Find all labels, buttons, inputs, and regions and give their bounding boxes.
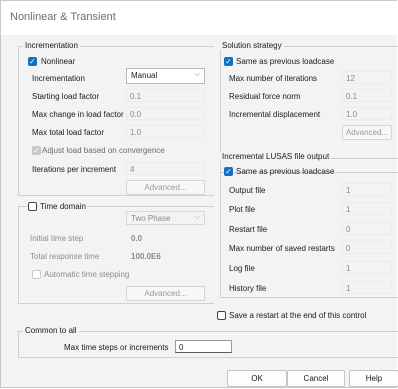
max-time-steps-value: 0 (179, 343, 184, 352)
starting-load-factor-label: Starting load factor (32, 92, 100, 101)
max-saved-restarts-value: 0 (346, 244, 351, 253)
max-iterations-label: Max number of iterations (229, 74, 318, 83)
incremental-displacement-label: Incremental displacement (229, 110, 321, 119)
log-file-label: Log file (229, 264, 255, 273)
common-group-label: Common to all (23, 326, 79, 335)
total-response-time-label: Total response time (30, 252, 100, 261)
time-domain-label: Time domain (38, 202, 88, 211)
file-output-group-label: Incremental LUSAS file output (220, 152, 332, 161)
file-output-same-as-previous-label: Same as previous loadcase (236, 167, 335, 176)
output-file-value: 1 (346, 186, 351, 195)
title-bar: Nonlinear & Transient (1, 1, 397, 35)
nonlinear-transient-dialog: Nonlinear & Transient Incrementation ✓ N… (0, 0, 398, 388)
max-change-load-factor-value: 0.0 (130, 110, 142, 119)
max-change-load-factor-field[interactable]: 0.0 (126, 107, 205, 120)
output-file-field[interactable]: 1 (342, 183, 392, 196)
time-domain-phase-value: Two Phase (131, 214, 171, 223)
starting-load-factor-field[interactable]: 0.1 (126, 89, 205, 102)
chevron-down-icon: ⌵ (194, 71, 200, 78)
history-file-value: 1 (346, 284, 351, 293)
residual-force-norm-label: Residual force norm (229, 92, 301, 101)
plot-file-label: Plot file (229, 205, 256, 214)
incrementation-label: Incrementation (32, 74, 85, 83)
solution-same-as-previous-label: Same as previous loadcase (236, 57, 335, 66)
initial-time-step-value[interactable]: 0.0 (131, 234, 142, 243)
auto-time-stepping-checkbox[interactable] (32, 270, 41, 279)
max-iterations-field[interactable]: 12 (342, 71, 392, 84)
max-time-steps-input[interactable]: 0 (175, 340, 232, 353)
check-icon: ✓ (225, 167, 232, 176)
check-icon: ✓ (225, 57, 232, 66)
ok-button[interactable]: OK (227, 370, 287, 387)
max-iterations-value: 12 (346, 74, 355, 83)
max-saved-restarts-field[interactable]: 0 (342, 241, 392, 254)
output-file-label: Output file (229, 186, 266, 195)
cancel-button[interactable]: Cancel (287, 370, 345, 387)
save-restart-label: Save a restart at the end of this contro… (229, 311, 367, 320)
initial-time-step-label: Initial time step (30, 234, 84, 243)
check-icon: ✓ (29, 57, 36, 66)
max-total-load-factor-field[interactable]: 1.0 (126, 125, 205, 138)
residual-force-norm-value: 0.1 (346, 92, 358, 101)
help-button[interactable]: Help (349, 370, 398, 387)
chevron-down-icon: ⌵ (194, 214, 200, 221)
check-icon: ✓ (33, 146, 40, 155)
dialog-title: Nonlinear & Transient (10, 11, 116, 23)
plot-file-value: 1 (346, 205, 351, 214)
solution-advanced-button[interactable]: Advanced... (342, 125, 392, 140)
history-file-field[interactable]: 1 (342, 281, 392, 294)
restart-file-value: 0 (346, 225, 351, 234)
solution-same-as-previous-checkbox[interactable]: ✓ (224, 57, 233, 66)
max-time-steps-label: Max time steps or increments (64, 343, 169, 352)
adjust-load-checkbox[interactable]: ✓ (32, 146, 41, 155)
incrementation-select[interactable]: Manual ⌵ (126, 68, 205, 84)
auto-time-stepping-label: Automatic time stepping (44, 270, 130, 279)
incrementation-select-value: Manual (131, 71, 158, 80)
max-saved-restarts-label: Max number of saved restarts (229, 244, 335, 253)
log-file-value: 1 (346, 264, 351, 273)
restart-file-field[interactable]: 0 (342, 222, 392, 235)
incrementation-advanced-button[interactable]: Advanced... (126, 180, 205, 195)
iterations-per-increment-value: 4 (130, 165, 135, 174)
max-total-load-factor-value: 1.0 (130, 128, 142, 137)
total-response-time-value[interactable]: 100.0E6 (131, 252, 161, 261)
max-total-load-factor-label: Max total load factor (32, 128, 105, 137)
max-change-load-factor-label: Max change in load factor (32, 110, 124, 119)
plot-file-field[interactable]: 1 (342, 202, 392, 215)
save-restart-checkbox[interactable] (217, 311, 226, 320)
adjust-load-label: Adjust load based on convergence (42, 146, 165, 155)
time-domain-checkbox[interactable] (28, 202, 37, 211)
incrementation-group-label: Incrementation (23, 41, 80, 50)
restart-file-label: Restart file (229, 225, 268, 234)
solution-strategy-group-label: Solution strategy (220, 41, 284, 50)
iterations-per-increment-label: Iterations per increment (32, 165, 117, 174)
time-domain-phase-select[interactable]: Two Phase ⌵ (126, 211, 205, 225)
log-file-field[interactable]: 1 (342, 261, 392, 274)
history-file-label: History file (229, 284, 267, 293)
residual-force-norm-field[interactable]: 0.1 (342, 89, 392, 102)
nonlinear-label: Nonlinear (41, 57, 76, 66)
nonlinear-checkbox[interactable]: ✓ (28, 57, 37, 66)
starting-load-factor-value: 0.1 (130, 92, 142, 101)
iterations-per-increment-field[interactable]: 4 (126, 162, 205, 175)
time-domain-advanced-button[interactable]: Advanced... (126, 286, 205, 301)
incremental-displacement-value: 1.0 (346, 110, 358, 119)
file-output-same-as-previous-checkbox[interactable]: ✓ (224, 167, 233, 176)
incremental-displacement-field[interactable]: 1.0 (342, 107, 392, 120)
